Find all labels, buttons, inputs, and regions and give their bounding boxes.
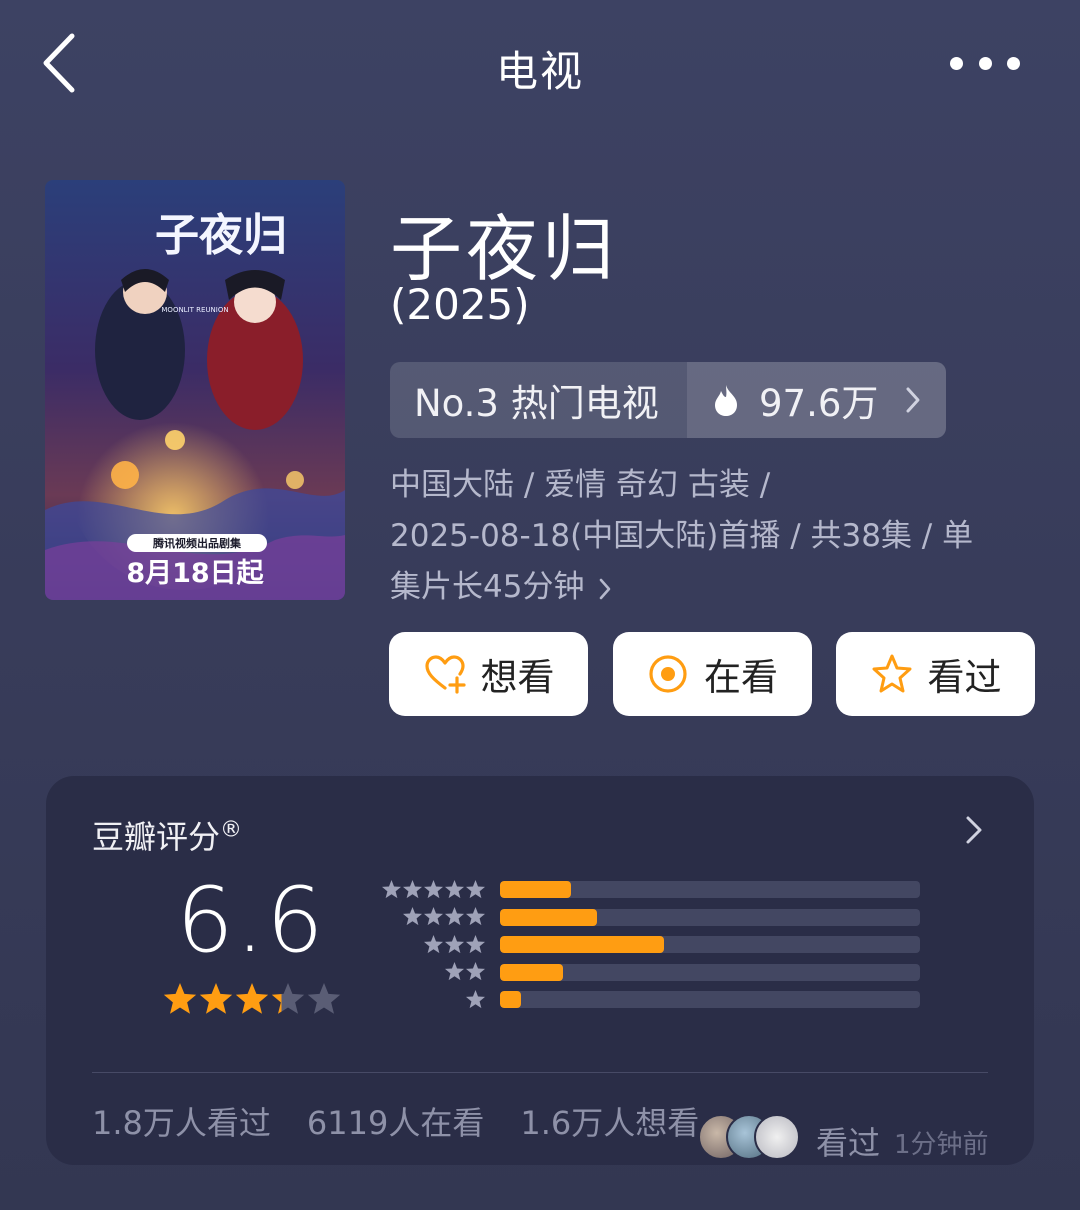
- small-star-icon: [465, 879, 486, 898]
- distribution-row: [376, 931, 936, 959]
- friend-time: 1分钟前: [894, 1130, 989, 1160]
- watched-button[interactable]: 看过: [836, 632, 1035, 716]
- small-star-icon: [444, 879, 465, 898]
- poster-producer: 腾讯视频出品剧集: [153, 536, 242, 550]
- poster-premiere: 8月18日起: [126, 558, 264, 589]
- target-icon: [649, 655, 687, 693]
- watching-count: 6119人在看: [306, 1104, 485, 1142]
- avatar: [754, 1114, 800, 1160]
- small-star-icon: [444, 934, 465, 953]
- small-star-icon: [444, 907, 465, 926]
- want-button[interactable]: 想看: [389, 632, 588, 716]
- distribution-bar-fill: [500, 963, 563, 981]
- poster-subtitle: MOONLIT REUNION: [161, 306, 228, 314]
- distribution-row: [376, 904, 936, 932]
- meta-premiere: 2025-08-18(中国大陆)首播 / 共38集 / 单: [390, 518, 974, 554]
- rating-star-icon: [163, 983, 197, 1014]
- show-meta-info[interactable]: 中国大陆 / 爱情 奇幻 古装 / 2025-08-18(中国大陆)首播 / 共…: [390, 460, 1040, 613]
- distribution-stars: [376, 962, 486, 982]
- small-star-icon: [465, 934, 486, 953]
- want-label: 想看: [480, 656, 555, 699]
- rating-star-icon: [235, 983, 269, 1014]
- action-buttons: 想看 在看 看过: [389, 632, 1035, 716]
- divider: [92, 1072, 988, 1073]
- small-star-icon: [423, 907, 444, 926]
- rating-card[interactable]: 豆瓣评分® 6.6 1.8万人看过 6119人在看 1.6万人想看 看过 1分钟前: [46, 776, 1034, 1165]
- distribution-bar: [500, 991, 920, 1009]
- small-star-icon: [423, 934, 444, 953]
- more-button[interactable]: [950, 48, 1020, 78]
- poster-art: 子夜归 MOONLIT REUNION 腾讯视频出品剧集 8月18日起: [45, 180, 345, 600]
- distribution-bar-fill: [500, 936, 664, 954]
- rating-star-icon: [199, 983, 233, 1014]
- distribution-bar: [500, 881, 920, 899]
- meta-duration: 集片长45分钟: [390, 569, 585, 605]
- more-dots-icon: [950, 56, 963, 70]
- distribution-stars: [376, 879, 486, 900]
- distribution-row: [376, 876, 936, 904]
- registered-mark: ®: [220, 817, 243, 843]
- heat-section: 97.6万: [687, 362, 946, 438]
- small-star-icon: [402, 907, 423, 926]
- distribution-bar: [500, 936, 920, 954]
- rating-distribution: [376, 876, 936, 1014]
- heart-plus-icon: [424, 655, 466, 694]
- small-star-icon: [381, 879, 402, 898]
- distribution-row: [376, 986, 936, 1014]
- poster-title-art: 子夜归: [155, 210, 287, 261]
- rating-star-icon: [271, 983, 305, 1014]
- heat-value: 97.6万: [759, 382, 879, 425]
- chevron-right-icon[interactable]: [964, 814, 984, 846]
- rating-title-text: 豆瓣评分: [92, 818, 221, 856]
- top-nav: 电视: [0, 0, 1080, 130]
- distribution-bar-fill: [500, 881, 572, 899]
- watching-label: 在看: [704, 656, 778, 699]
- fire-icon: [715, 385, 737, 416]
- meta-duration-line: 集片长45分钟: [390, 562, 1040, 613]
- distribution-bar: [500, 908, 920, 926]
- more-dot: [1007, 56, 1020, 70]
- watched-count: 1.8万人看过: [92, 1104, 271, 1142]
- meta-region-genre: 中国大陆 / 爱情 奇幻 古装 /: [390, 467, 771, 503]
- distribution-stars: [376, 989, 486, 1010]
- small-star-icon: [465, 962, 486, 981]
- friend-avatars[interactable]: [698, 1114, 802, 1160]
- rating-stars: [163, 983, 341, 1014]
- more-dot: [978, 56, 992, 70]
- small-star-icon: [402, 879, 423, 898]
- want-count: 1.6万人想看: [520, 1104, 700, 1142]
- distribution-stars: [376, 934, 486, 955]
- rating-star-icon: [307, 983, 341, 1014]
- distribution-bar-fill: [500, 908, 597, 926]
- small-star-icon: [465, 907, 486, 926]
- small-star-icon: [423, 879, 444, 898]
- chevron-right-icon: [600, 578, 611, 599]
- distribution-stars: [376, 907, 486, 927]
- ranking-badge[interactable]: No.3 热门电视 97.6万: [390, 362, 946, 438]
- watch-stats: 1.8万人看过 6119人在看 1.6万人想看: [92, 1098, 735, 1144]
- chevron-right-icon: [906, 387, 920, 413]
- watched-label: 看过: [927, 656, 1002, 699]
- poster-image[interactable]: 子夜归 MOONLIT REUNION 腾讯视频出品剧集 8月18日起: [45, 180, 345, 600]
- distribution-row: [376, 959, 936, 987]
- distribution-bar: [500, 963, 920, 981]
- small-star-icon: [444, 962, 465, 981]
- watching-button[interactable]: 在看: [612, 632, 812, 716]
- friend-status: 看过: [816, 1124, 881, 1162]
- page-title: 电视: [495, 47, 584, 96]
- show-year: (2025): [390, 280, 530, 329]
- rank-label: No.3 热门电视: [414, 382, 659, 425]
- distribution-bar-fill: [500, 991, 521, 1009]
- small-star-icon: [465, 989, 486, 1008]
- rating-title: 豆瓣评分®: [92, 812, 242, 858]
- star-outline-icon: [872, 654, 911, 693]
